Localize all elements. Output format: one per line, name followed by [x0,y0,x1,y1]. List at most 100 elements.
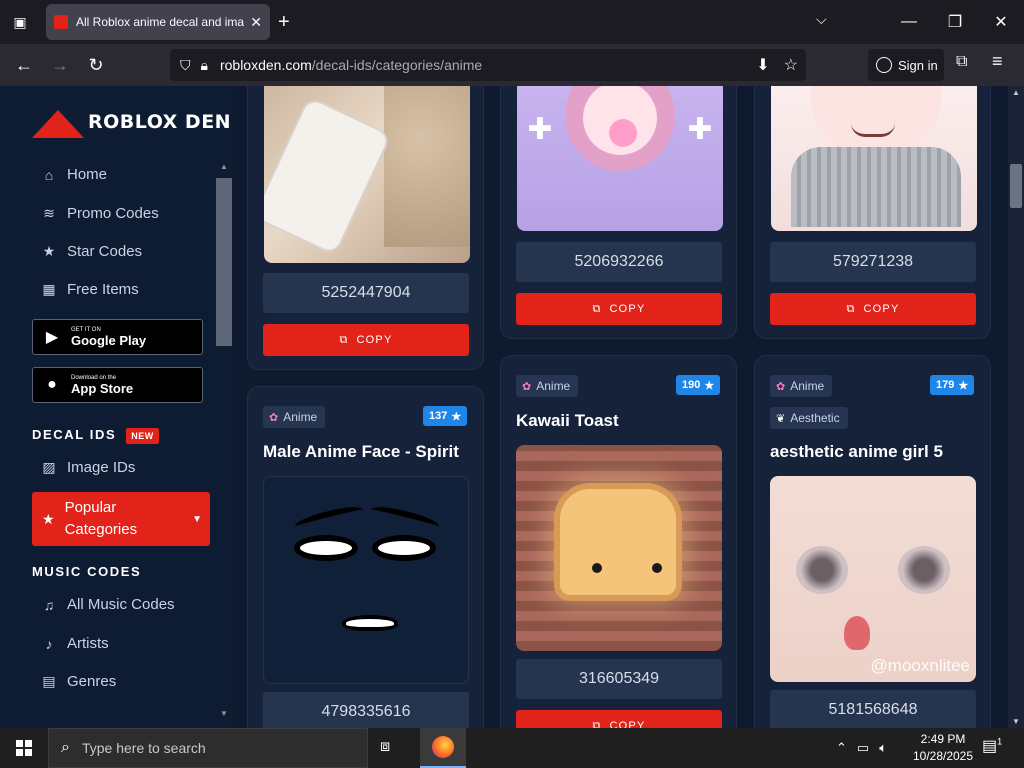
window-controls: — ❐ ✕ [886,0,1024,44]
sidebar: ROBLOX DEN ⌂ Home ≋ Promo Codes ★ Star Code… [0,86,232,728]
clock-time: 2:49 PM [920,732,966,746]
shield-icon[interactable]: ⛉ [180,57,191,74]
chevron-down-icon[interactable]: ⌵ [816,11,827,28]
extensions-icon[interactable]: ⧉ [956,53,967,71]
genres-icon: ▤ [42,673,56,689]
tag-chip-anime[interactable]: ✿ Anime [770,375,833,397]
decal-thumbnail[interactable] [263,476,469,684]
likes-badge[interactable]: 179 ★ [930,375,975,395]
taskbar-clock[interactable]: 2:49 PM 10/28/2025 [908,731,978,765]
decal-title[interactable]: aesthetic anime girl 5 [770,442,943,462]
tag-chip-anime[interactable]: ✿ Anime [516,375,579,397]
decal-id[interactable]: 5206932266 [516,242,722,282]
url-text[interactable]: robloxden.com/decal-ids/categories/anime [220,57,482,73]
decal-id[interactable]: 316605349 [516,659,722,699]
minimize-icon[interactable]: — [886,13,932,31]
sidebar-scroll-thumb[interactable] [216,178,232,346]
scroll-down-icon[interactable]: ▼ [1012,717,1020,726]
decal-id[interactable]: 5252447904 [263,273,469,313]
new-tab-icon[interactable]: + [278,10,290,34]
decal-card: 579271238 ⧉ COPY [754,86,991,339]
decal-thumbnail[interactable] [771,86,977,231]
thumbnail-detail [384,86,470,247]
sidebar-item-free-items[interactable]: ▦ Free Items [40,281,138,298]
site-logo[interactable]: ROBLOX DEN [32,106,231,138]
likes-badge[interactable]: 137 ★ [423,406,468,426]
tag-chip-anime[interactable]: ✿ Anime [263,406,326,428]
copy-button[interactable]: ⧉ COPY [770,293,976,325]
bookmark-star-icon[interactable]: ☆ [784,55,798,75]
star-icon: ★ [958,379,969,392]
likes-badge[interactable]: 190 ★ [676,375,721,395]
thumbnail-detail [293,502,365,534]
sidebar-item-star-codes[interactable]: ★ Star Codes [40,243,142,260]
hamburger-menu-icon[interactable]: ≡ [992,51,1003,72]
page-scrollbar[interactable]: ▲ ▼ [1008,86,1024,728]
copy-button[interactable]: ⧉ COPY [516,710,722,728]
forward-arrow-icon[interactable]: → [48,53,72,77]
app-store-button[interactable]: ● Download on the App Store [32,367,203,403]
network-icon[interactable]: ▭ [857,740,869,756]
decal-thumbnail[interactable]: ✚ ✚ [517,86,723,231]
flower-icon: ✿ [776,380,786,393]
tag-chip-aesthetic[interactable]: ❦ Aesthetic [770,407,848,429]
decal-title[interactable]: Male Anime Face - Spirit [263,442,459,462]
sidebar-item-home[interactable]: ⌂ Home [40,166,107,183]
decal-thumbnail[interactable]: @mooxnlitee [770,476,976,682]
decal-id[interactable]: 4798335616 [263,692,469,728]
active-tab[interactable]: All Roblox anime decal and ima ✕ [46,4,270,40]
save-page-icon[interactable]: ⬇ [756,55,769,75]
firefox-taskbar-button[interactable] [420,728,466,768]
copy-button[interactable]: ⧉ COPY [263,324,469,356]
new-badge: NEW [126,427,159,444]
decal-card: ✿ Anime 179 ★ ❦ Aesthetic aesthetic anime g… [754,355,991,728]
decal-id[interactable]: 5181568648 [770,690,976,728]
sidebar-item-all-music-codes[interactable]: ♫ All Music Codes [40,596,175,613]
sidebar-item-promo-codes[interactable]: ≋ Promo Codes [40,205,159,222]
decal-thumbnail[interactable] [516,445,722,651]
google-play-button[interactable]: ▶ GET IT ON Google Play [32,319,203,355]
tab-list-icon[interactable]: ▣ [8,10,32,34]
page-scroll-thumb[interactable] [1010,164,1022,208]
sidebar-item-popular-categories[interactable]: ★ Popular Categories ▼ [32,492,210,546]
taskbar-search[interactable]: ⌕ Type here to search [48,728,368,768]
tag-label: Anime [283,410,318,424]
address-bar[interactable]: ⛉ 🔒︎ robloxden.com/decal-ids/categories/… [170,49,806,81]
decal-thumbnail[interactable] [264,86,470,263]
show-hidden-icons-icon[interactable]: ⌃ [836,740,847,756]
sidebar-scrollbar[interactable]: ▲ ▼ [216,162,232,718]
decal-title[interactable]: Kawaii Toast [516,411,619,431]
search-icon: ⌕ [61,739,70,756]
scroll-up-icon[interactable]: ▲ [1012,88,1020,97]
thumbnail-detail [652,563,662,573]
phone-illustration [264,98,390,254]
sidebar-item-genres[interactable]: ▤ Genres [40,673,116,690]
scroll-up-icon[interactable]: ▲ [220,162,228,171]
sidebar-item-label: Artists [67,635,109,652]
logo-text: ROBLOX DEN [88,111,232,133]
sign-in-label: Sign in [898,57,938,73]
notification-icon[interactable]: ▤1 [982,736,1002,756]
volume-muted-icon[interactable]: 🔈︎ [879,740,887,756]
reload-icon[interactable]: ↻ [84,53,108,77]
scroll-down-icon[interactable]: ▼ [220,709,228,718]
back-arrow-icon[interactable]: ← [12,53,36,77]
restore-icon[interactable]: ❐ [932,12,978,32]
sign-in-button[interactable]: Sign in [868,49,944,81]
tab-close-icon[interactable]: ✕ [250,14,262,31]
copy-label: COPY [609,303,646,315]
taskbar: ⌕ Type here to search ⧈ ⌃ ▭ 🔈︎ 2:49 PM 1… [0,728,1024,768]
sidebar-item-artists[interactable]: ♪ Artists [40,635,109,652]
sidebar-item-label: Image IDs [67,459,136,476]
copy-button[interactable]: ⧉ COPY [516,293,722,325]
start-button[interactable] [0,728,48,768]
lock-icon[interactable]: 🔒︎ [201,57,208,74]
decal-id[interactable]: 579271238 [770,242,976,282]
thumbnail-detail [342,615,398,631]
task-view-icon[interactable]: ⧈ [380,738,390,756]
thumbnail-detail [796,546,848,594]
sidebar-item-label: Star Codes [67,243,143,260]
sidebar-item-image-ids[interactable]: ▨ Image IDs [40,459,135,476]
url-path: /decal-ids/categories/anime [311,57,483,73]
window-close-icon[interactable]: ✕ [978,12,1024,32]
